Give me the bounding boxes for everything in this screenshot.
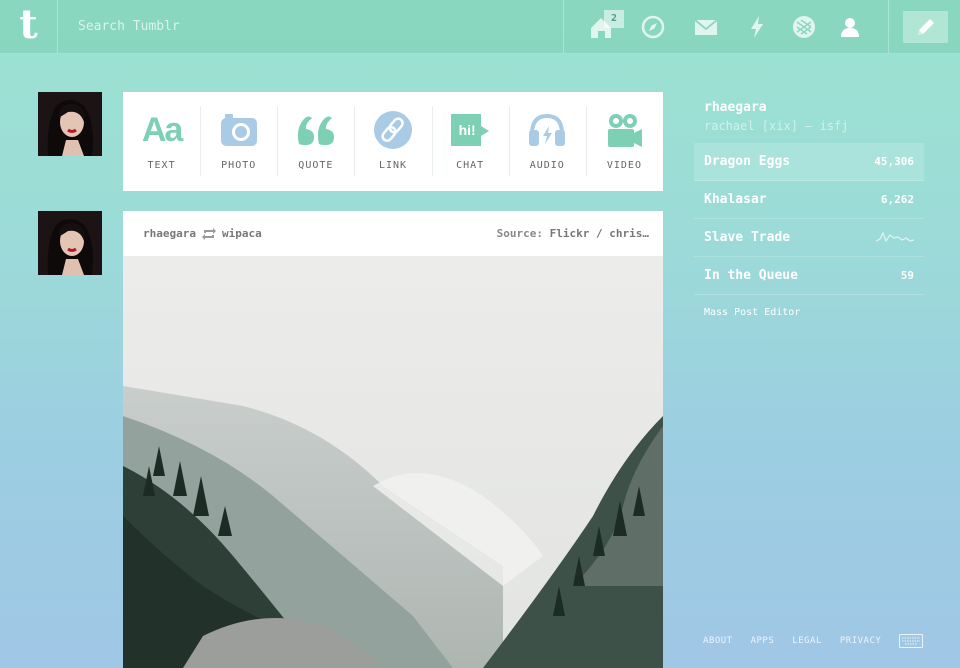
headphones-icon [525,108,569,152]
post-type-label: PHOTO [221,160,257,171]
sidebar-item-label: In the Queue [704,268,798,283]
text-icon-glyph: Aa [141,110,183,149]
post-type-video[interactable]: VIDEO [585,92,663,191]
chat-icon-glyph: hi! [458,122,476,138]
notification-badge: 2 [604,10,624,28]
post-type-chat[interactable]: hi! CHAT [431,92,509,191]
post-type-photo[interactable]: PHOTO [200,92,277,191]
chat-icon: hi! [448,108,492,152]
reblog-icon [201,227,216,240]
sidebar-item-label: Dragon Eggs [704,154,791,169]
post-type-label: CHAT [456,160,485,171]
quote-icon [294,108,338,152]
explore-icon[interactable] [639,13,667,41]
post-type-audio[interactable]: AUDIO [508,92,586,191]
tumblr-logo[interactable]: t [0,0,58,53]
footer-link-legal[interactable]: LEGAL [792,636,822,646]
account-icon[interactable] [836,13,864,41]
post-card: rhaegara wipaca Source: Flickr / chris… [123,211,663,668]
post-type-label: VIDEO [606,160,642,171]
post-type-selector: Aa TEXT PHOTO QUOTE LINK hi! CHAT AUDIO [123,92,663,191]
keyboard-icon[interactable] [899,634,924,648]
sidebar-item-label: Slave Trade [704,230,791,245]
camera-icon [217,108,261,152]
post-source[interactable]: Source: Flickr / chris… [497,227,649,240]
sidebar-item-dragon-eggs[interactable]: Dragon Eggs 45,306 [694,143,924,181]
post-author[interactable]: rhaegara [143,227,196,240]
reblogged-from[interactable]: wipaca [222,227,262,240]
link-icon [371,108,415,152]
footer-link-apps[interactable]: APPS [751,636,775,646]
blog-description: rachael [xix] — isfj [704,119,849,133]
post-type-text[interactable]: Aa TEXT [123,92,200,191]
post-type-label: AUDIO [529,160,565,171]
sidebar-item-count: 45,306 [874,155,914,168]
avatar[interactable] [38,92,102,156]
mass-post-editor-link[interactable]: Mass Post Editor [704,307,924,318]
staff-picks-icon[interactable] [790,13,818,41]
top-bar: t 2 [0,0,960,54]
blog-name[interactable]: rhaegara [704,100,924,115]
search-input[interactable] [58,0,558,53]
post-attribution: rhaegara wipaca [143,227,262,240]
sidebar-item-queue[interactable]: In the Queue 59 [694,257,924,295]
pencil-icon [917,19,934,35]
post-type-link[interactable]: LINK [354,92,431,191]
post-photo[interactable] [123,256,663,668]
post-type-label: TEXT [147,160,176,171]
activity-icon[interactable] [743,13,771,41]
activity-sparkline-icon [876,231,914,243]
video-camera-icon [602,108,646,152]
source-label: Source: [496,227,544,240]
sidebar-item-label: Khalasar [704,192,767,207]
text-icon: Aa [140,108,184,152]
sidebar-item-khalasar[interactable]: Khalasar 6,262 [694,181,924,219]
sidebar-item-count: 6,262 [880,193,914,206]
footer: ABOUT APPS LEGAL PRIVACY [703,634,924,648]
avatar[interactable] [38,211,102,275]
compose-button[interactable] [903,11,948,43]
search-container [58,0,558,53]
footer-link-about[interactable]: ABOUT [703,636,733,646]
source-value: Flickr / chris… [549,227,649,240]
logo-glyph: t [19,0,38,48]
post-type-label: QUOTE [298,160,334,171]
post-type-quote[interactable]: QUOTE [277,92,354,191]
sidebar: rhaegara rachael [xix] — isfj Dragon Egg… [694,92,924,318]
footer-link-privacy[interactable]: PRIVACY [840,636,881,646]
sidebar-item-count: 59 [900,269,914,282]
post-header: rhaegara wipaca Source: Flickr / chris… [123,211,663,256]
post-type-label: LINK [378,160,408,171]
inbox-icon[interactable] [692,13,720,41]
sidebar-item-slave-trade[interactable]: Slave Trade [694,219,924,257]
